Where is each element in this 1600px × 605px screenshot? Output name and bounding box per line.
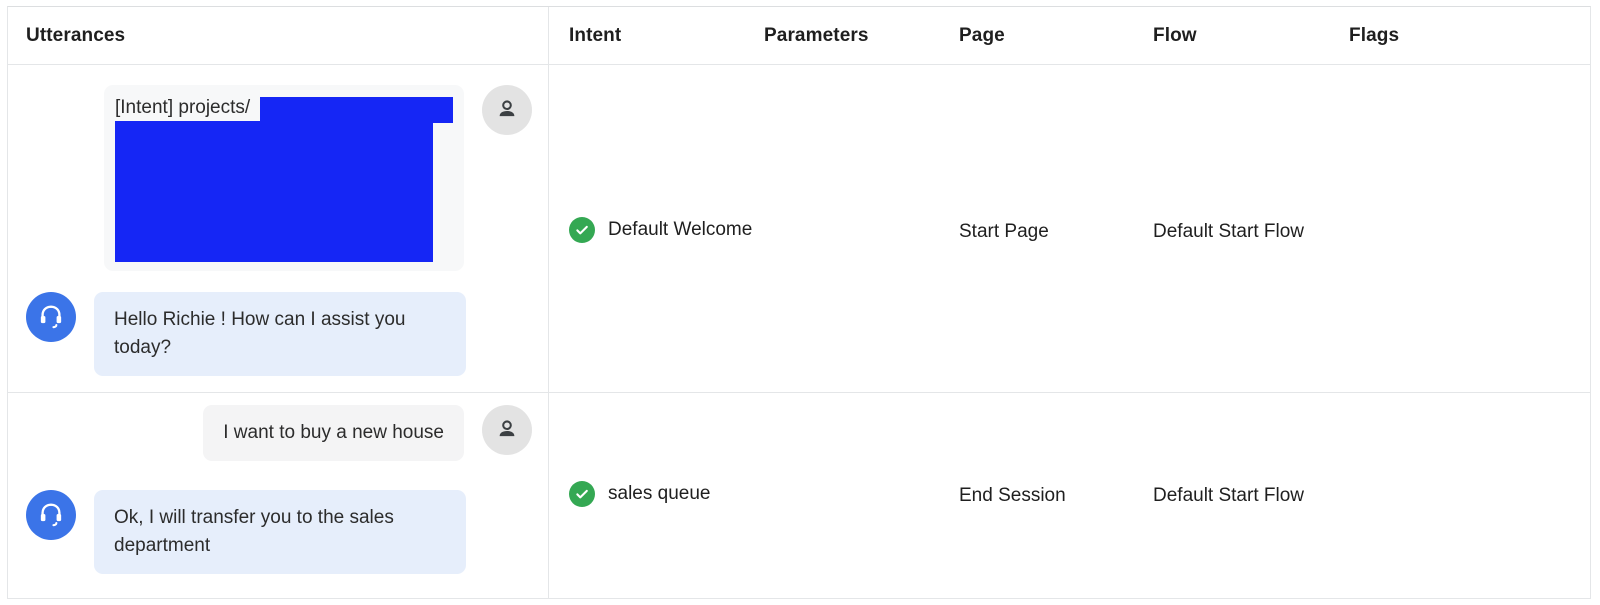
chat-message-bot: Hello Richie ! How can I assist you toda…: [26, 292, 466, 376]
flow-value: Default Start Flow: [1153, 221, 1304, 242]
chat-message-bot: Ok, I will transfer you to the sales dep…: [26, 490, 466, 574]
intent-label: sales queue: [608, 483, 711, 504]
table-row: [Intent] projects/ Hello Richie ! How ca…: [8, 65, 1590, 393]
headset-icon: [40, 503, 62, 527]
flow-value: Default Start Flow: [1153, 485, 1304, 506]
redaction-overlay-block: [115, 121, 433, 262]
redaction-overlay-inline: [260, 97, 453, 123]
user-message-bubble[interactable]: I want to buy a new house: [203, 405, 464, 461]
utterances-cell: [Intent] projects/ Hello Richie ! How ca…: [8, 65, 548, 392]
check-circle-icon: [569, 217, 595, 243]
conversation-transcript-table: Utterances Intent Parameters Page Flow F…: [0, 0, 1600, 605]
bot-message-bubble[interactable]: Ok, I will transfer you to the sales dep…: [94, 490, 466, 574]
bot-message-bubble[interactable]: Hello Richie ! How can I assist you toda…: [94, 292, 466, 376]
intent-bubble-text: [Intent] projects/: [115, 97, 251, 118]
column-header-utterances[interactable]: Utterances: [26, 7, 125, 65]
chat-message-user: I want to buy a new house: [203, 405, 532, 461]
intent-value[interactable]: sales queue: [569, 481, 710, 507]
column-header-parameters[interactable]: Parameters: [764, 7, 869, 65]
column-header-page[interactable]: Page: [959, 7, 1005, 65]
intent-value[interactable]: Default Welcome Intent: [569, 217, 754, 243]
avatar-bot: [26, 292, 76, 342]
row-data-cell: Default Welcome Intent Start Page Defaul…: [549, 65, 1590, 392]
intent-bubble[interactable]: [Intent] projects/: [104, 85, 464, 271]
column-header-flow[interactable]: Flow: [1153, 7, 1197, 65]
table-header-row: Utterances Intent Parameters Page Flow F…: [8, 7, 1590, 65]
avatar-user: [482, 85, 532, 135]
headset-icon: [40, 305, 62, 329]
page-value: End Session: [959, 485, 1066, 506]
utterances-cell: I want to buy a new house Ok, I will tra…: [8, 393, 548, 598]
check-glyph: [576, 225, 588, 235]
intent-label: Default Welcome Intent: [608, 219, 754, 240]
column-header-intent[interactable]: Intent: [569, 7, 621, 65]
chat-message-user: [Intent] projects/: [104, 85, 532, 271]
page-value: Start Page: [959, 221, 1049, 242]
column-divider: [548, 7, 549, 598]
intent-bubble-text-line: [Intent] projects/: [115, 95, 453, 123]
row-data-cell: sales queue End Session Default Start Fl…: [549, 393, 1590, 598]
person-icon: [499, 420, 515, 437]
table-row: I want to buy a new house Ok, I will tra…: [8, 393, 1590, 598]
transcript-table: Utterances Intent Parameters Page Flow F…: [7, 6, 1591, 599]
avatar-user: [482, 405, 532, 455]
check-glyph: [576, 489, 588, 499]
avatar-bot: [26, 490, 76, 540]
check-circle-icon: [569, 481, 595, 507]
column-header-flags[interactable]: Flags: [1349, 7, 1399, 65]
person-icon: [499, 100, 515, 117]
